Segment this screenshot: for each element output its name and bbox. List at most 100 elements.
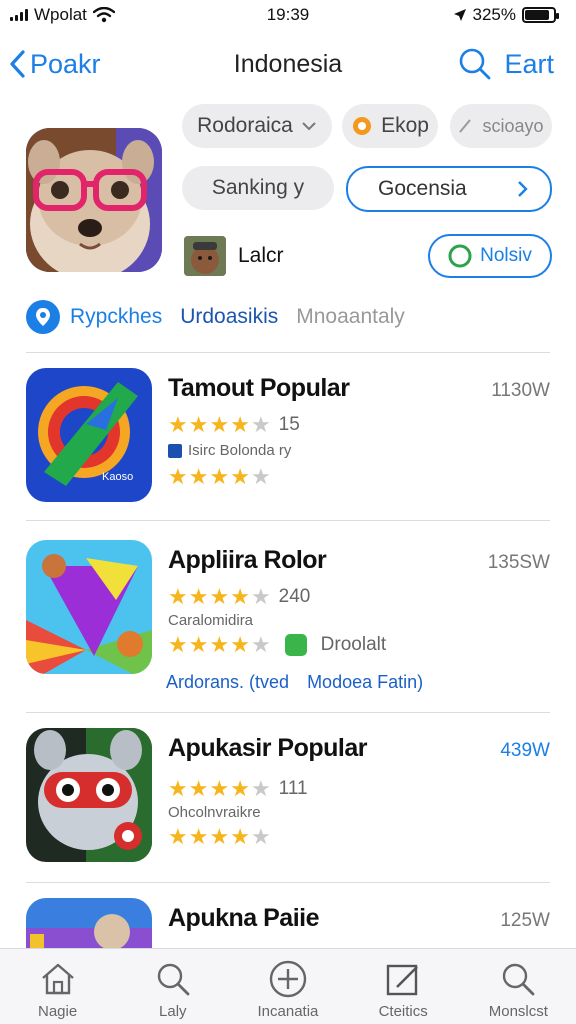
star-filled-icon: ★: [188, 584, 209, 609]
developer-avatar: [184, 236, 226, 276]
pencil-icon: [459, 119, 472, 133]
rating-line: ★ ★ ★ ★ ★ 15: [168, 414, 300, 436]
ranking-dropdown[interactable]: Sanking y: [182, 166, 334, 210]
rating-line-secondary: ★ ★ ★ ★ ★: [168, 826, 271, 848]
subtitle-line: Ohcolnvraikre: [168, 804, 261, 821]
app-icon: [26, 728, 152, 862]
shop-chip-label: Ekop: [381, 114, 429, 137]
star-filled-icon: ★: [168, 632, 188, 657]
battery-fill: [525, 10, 549, 20]
publisher-badge-icon: [168, 443, 182, 458]
tab-home[interactable]: Nagie: [3, 959, 113, 1020]
tab-search[interactable]: Laly: [118, 959, 228, 1020]
tab-home-label: Nagie: [37, 1003, 78, 1020]
app-icon: [26, 540, 152, 674]
tab-more[interactable]: Monslcst: [463, 959, 573, 1020]
app-icon: Kaoso: [26, 368, 152, 502]
app-title: Apukasir Popular: [168, 734, 368, 762]
star-rating-secondary: ★ ★ ★ ★ ★: [168, 826, 271, 848]
star-filled-icon: ★: [209, 824, 230, 849]
star-empty-icon: ★: [250, 632, 271, 657]
star-filled-icon: ★: [188, 776, 209, 801]
link-line: Ardorans. (tved Modoea Fatin): [166, 672, 423, 693]
screenshot-chip[interactable]: scioayo: [450, 104, 552, 148]
star-filled-icon: ★: [230, 464, 250, 489]
tab-edit-label: Cteitics: [378, 1003, 428, 1020]
star-filled-icon: ★: [230, 584, 250, 609]
rating-line-secondary: ★ ★ ★ ★ ★ Droolalt: [168, 634, 386, 656]
star-filled-icon: ★: [209, 584, 230, 609]
chevron-left-icon: [10, 50, 25, 78]
ranking-label: Sanking y: [211, 176, 305, 199]
shop-chip[interactable]: Ekop: [342, 104, 438, 148]
status-bar: Wpolat 19:39 325%: [0, 0, 576, 30]
chevron-down-icon: [302, 122, 316, 131]
featured-app-icon[interactable]: [26, 128, 162, 272]
app-title: Apuknа Paiie: [168, 904, 320, 932]
app-list-item[interactable]: Kaoso Tamout Popular 1130W ★ ★ ★ ★ ★ 15 Isir…: [0, 368, 576, 528]
star-empty-icon: ★: [250, 824, 271, 849]
region-label: Gocensia: [378, 177, 467, 200]
install-label: Nolsiv: [480, 245, 532, 266]
tab-add-label: Incanatia: [257, 1003, 319, 1020]
subtitle-line: Caralomidira: [168, 612, 253, 629]
star-filled-icon: ★: [168, 464, 188, 489]
developer-row[interactable]: Lalcr: [184, 236, 284, 276]
star-filled-icon: ★: [230, 776, 250, 801]
star-rating: ★ ★ ★ ★ ★: [168, 778, 271, 800]
tab-edit[interactable]: Cteitics: [348, 959, 458, 1020]
star-filled-icon: ★: [230, 824, 250, 849]
region-select-button[interactable]: Gocensia: [346, 166, 552, 212]
install-button[interactable]: Nolsiv: [428, 234, 552, 278]
battery-icon: [522, 7, 559, 23]
app-icon: [26, 898, 152, 948]
divider: [26, 882, 550, 883]
tab-third[interactable]: Mnoaantaly: [296, 305, 405, 329]
edit-button[interactable]: Eart: [504, 49, 554, 80]
rating-line: ★ ★ ★ ★ ★ 240: [168, 586, 310, 608]
tab-second[interactable]: Urdoasikis: [180, 305, 278, 329]
orange-logo-icon: [353, 117, 372, 135]
dog-with-glasses-image: [26, 128, 162, 272]
rating-line: ★ ★ ★ ★ ★ 111: [168, 778, 308, 800]
star-rating: ★ ★ ★ ★ ★: [168, 586, 271, 608]
category-label: Rodoraica: [197, 114, 293, 137]
developer-name: Lalcr: [238, 244, 284, 267]
app-title: Appliira Rolor: [168, 546, 327, 574]
star-filled-icon: ★: [209, 632, 230, 657]
chevron-right-icon: [518, 181, 528, 197]
edit-icon: [386, 964, 419, 996]
app-list-item[interactable]: Appliira Rolor 135SW ★ ★ ★ ★ ★ 240 Caralomid…: [0, 540, 576, 700]
app-icon-text: Kaoso: [102, 471, 133, 483]
app-size: 125W: [500, 910, 550, 931]
tab-popular[interactable]: Rypckhes: [26, 300, 162, 334]
link-item[interactable]: Modoea Fatin): [307, 672, 423, 693]
star-filled-icon: ★: [209, 776, 230, 801]
location-pin-icon: [26, 300, 60, 334]
search-icon[interactable]: [458, 47, 492, 81]
nav-right-actions: Eart: [458, 47, 554, 81]
rating-count: 111: [278, 778, 308, 799]
divider: [26, 352, 550, 353]
green-circle-icon: [448, 244, 472, 268]
search-icon: [157, 963, 190, 996]
back-button[interactable]: Poakr: [8, 49, 101, 80]
divider: [26, 520, 550, 521]
tab-add[interactable]: Incanatia: [233, 959, 343, 1020]
app-list-item[interactable]: Apuknа Paiie 125W: [0, 898, 576, 948]
star-filled-icon: ★: [188, 824, 209, 849]
category-dropdown[interactable]: Rodoraica: [182, 104, 332, 148]
star-rating-secondary: ★ ★ ★ ★ ★: [168, 466, 271, 488]
clock: 19:39: [266, 5, 310, 24]
tab-popular-label: Rypckhes: [70, 305, 163, 328]
rating-count: 15: [278, 414, 300, 435]
screenshot-chip-label: scioayo: [482, 115, 544, 136]
bottom-tab-bar: Nagie Laly Incanatia Cteitics Monslcst: [0, 948, 576, 1024]
app-list-item[interactable]: Apukasir Popular 439W ★ ★ ★ ★ ★ 111 Ohcolnvr…: [0, 728, 576, 888]
navigation-bar: Poakr Indonesia Eart: [0, 36, 576, 92]
link-item[interactable]: Ardorans. (tved: [166, 672, 289, 693]
developer-name: Droolalt: [320, 634, 387, 655]
developer-badge-icon: [284, 634, 307, 656]
app-title: Tamout Popular: [168, 374, 350, 402]
star-filled-icon: ★: [168, 412, 188, 437]
